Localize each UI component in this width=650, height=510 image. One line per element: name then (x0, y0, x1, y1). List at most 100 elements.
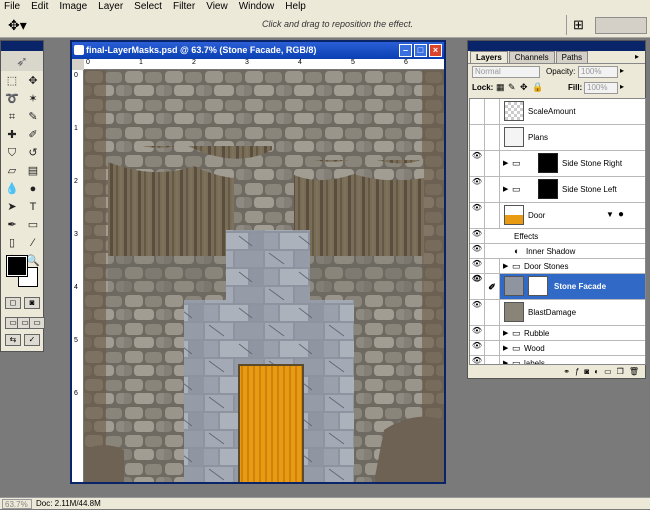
screen-mode-full-icon[interactable]: ▭ (29, 317, 45, 329)
lasso-tool-icon[interactable]: ➰ (2, 91, 22, 108)
layer-side-stone-left[interactable]: 👁 ▶ ▭ Side Stone Left (470, 177, 645, 203)
lock-all-icon[interactable]: 🔒 (532, 82, 543, 93)
crop-tool-icon[interactable]: ⌗ (2, 109, 22, 126)
standard-mode-icon[interactable]: ◻ (5, 297, 21, 309)
link-toggle[interactable] (485, 125, 500, 150)
opacity-arrow-icon[interactable]: ▸ (620, 66, 624, 75)
feather-icon[interactable]: ➶ (1, 51, 43, 71)
lock-position-icon[interactable]: ✥ (520, 82, 528, 93)
blur-tool-icon[interactable]: 💧 (2, 181, 22, 198)
layer-inner-shadow[interactable]: 👁 ◐ Inner Shadow (470, 244, 645, 259)
palette-well[interactable] (595, 17, 647, 34)
expand-arrow-icon[interactable]: ▶ (503, 329, 508, 337)
expand-arrow-icon[interactable]: ▶ (503, 159, 508, 167)
toolbox-titlebar[interactable] (1, 41, 43, 51)
path-select-icon[interactable]: ➤ (2, 199, 22, 216)
layer-door[interactable]: 👁 Door ▼ ● (470, 203, 645, 229)
eye-icon[interactable]: 👁 (470, 244, 485, 258)
link-toggle[interactable] (485, 341, 500, 355)
layer-side-stone-right[interactable]: 👁 ▶ ▭ Side Stone Right (470, 151, 645, 177)
eye-icon[interactable]: 👁 (470, 274, 485, 299)
opacity-input[interactable]: 100% (578, 66, 618, 78)
eraser-tool-icon[interactable]: ▱ (2, 163, 22, 180)
magic-wand-icon[interactable]: ✶ (23, 91, 43, 108)
shape-tool-icon[interactable]: ▭ (23, 217, 43, 234)
menu-select[interactable]: Select (134, 0, 162, 13)
notes-tool-icon[interactable]: ▯ (2, 235, 22, 252)
eye-icon[interactable]: 👁 (470, 356, 485, 364)
dodge-tool-icon[interactable]: ● (23, 181, 43, 198)
fill-arrow-icon[interactable]: ▸ (620, 82, 624, 91)
tab-layers[interactable]: Layers (470, 51, 508, 63)
eye-icon[interactable]: 👁 (470, 326, 485, 340)
menu-layer[interactable]: Layer (98, 0, 123, 13)
layer-labels[interactable]: 👁 ▶ ▭ labels (470, 356, 645, 364)
fill-input[interactable]: 100% (584, 82, 618, 94)
ruler-top[interactable]: 0 1 2 3 4 5 6 (84, 59, 444, 70)
eye-icon[interactable]: 👁 (470, 229, 485, 243)
maximize-icon[interactable]: □ (414, 44, 427, 57)
menu-file[interactable]: File (4, 0, 20, 13)
jump-icon[interactable]: ✓ (24, 334, 40, 346)
move-tool-icon[interactable]: ✥ (23, 73, 43, 90)
fx-icon[interactable]: ● (618, 209, 624, 220)
pen-tool-icon[interactable]: ✒ (2, 217, 22, 234)
mask-thumbnail[interactable] (538, 179, 558, 199)
link-toggle[interactable] (485, 177, 500, 202)
expand-arrow-icon[interactable]: ▶ (503, 344, 508, 352)
expand-arrow-icon[interactable]: ▶ (503, 185, 508, 193)
mask-thumbnail[interactable] (528, 276, 548, 296)
eye-icon[interactable]: 👁 (470, 259, 485, 273)
new-layer-icon[interactable]: ❐ (617, 367, 624, 376)
link-toggle[interactable] (485, 99, 500, 124)
link-toggle[interactable] (485, 203, 500, 228)
tab-paths[interactable]: Paths (555, 51, 589, 63)
lock-paint-icon[interactable]: ✎ (508, 82, 516, 93)
expand-arrow-icon[interactable]: ▶ (503, 262, 508, 270)
marquee-tool-icon[interactable]: ⬚ (2, 73, 22, 90)
quickmask-mode-icon[interactable]: ◙ (24, 297, 40, 309)
layer-blastdamage[interactable]: 👁 BlastDamage (470, 300, 645, 326)
menu-image[interactable]: Image (59, 0, 87, 13)
slice-tool-icon[interactable]: ✎ (23, 109, 43, 126)
history-brush-icon[interactable]: ↺ (23, 145, 43, 162)
layers-titlebar[interactable] (468, 41, 645, 51)
new-adjustment-icon[interactable]: ◐ (594, 367, 599, 376)
palette-well-icon[interactable]: ⊞ (566, 15, 590, 35)
link-layers-icon[interactable]: ⚭ (563, 367, 570, 376)
link-toggle[interactable] (485, 300, 500, 325)
gradient-tool-icon[interactable]: ▤ (23, 163, 43, 180)
layer-plans[interactable]: Plans (470, 125, 645, 151)
eye-icon[interactable]: 👁 (470, 177, 485, 202)
move-tool-preset-icon[interactable]: ✥▾ (8, 16, 44, 34)
collapse-arrow-icon[interactable]: ▼ (606, 210, 614, 219)
layer-effects[interactable]: 👁 Effects (470, 229, 645, 244)
minimize-icon[interactable]: – (399, 44, 412, 57)
tab-channels[interactable]: Channels (508, 51, 555, 63)
layer-rubble[interactable]: 👁 ▶ ▭ Rubble (470, 326, 645, 341)
zoom-field[interactable]: 63.7% (2, 499, 32, 509)
delete-layer-icon[interactable]: 🗑 (629, 367, 639, 376)
blend-mode-select[interactable]: Normal (472, 66, 540, 78)
menu-view[interactable]: View (206, 0, 228, 13)
layer-stone-facade[interactable]: 👁 ✐ Stone Facade (470, 274, 645, 300)
link-toggle[interactable] (485, 259, 500, 273)
add-style-icon[interactable]: ƒ (575, 367, 579, 376)
menu-window[interactable]: Window (239, 0, 275, 13)
ruler-left[interactable]: 0 1 2 3 4 5 6 (72, 70, 84, 482)
new-group-icon[interactable]: ▭ (604, 367, 612, 376)
layer-wood[interactable]: 👁 ▶ ▭ Wood (470, 341, 645, 356)
add-mask-icon[interactable]: ◙ (584, 367, 589, 376)
image-canvas[interactable] (84, 70, 444, 482)
healing-brush-icon[interactable]: ✚ (2, 127, 22, 144)
menu-edit[interactable]: Edit (31, 0, 48, 13)
eye-icon[interactable]: 👁 (470, 151, 485, 176)
mask-thumbnail[interactable] (538, 153, 558, 173)
eyedropper-icon[interactable]: ⁄ (23, 235, 43, 252)
link-toggle[interactable] (485, 326, 500, 340)
imageready-icon[interactable]: ⇆ (5, 334, 21, 346)
foreground-color-swatch[interactable] (6, 255, 28, 277)
menu-help[interactable]: Help (285, 0, 306, 13)
type-tool-icon[interactable]: T (23, 199, 43, 216)
lock-transparency-icon[interactable]: ▦ (496, 82, 505, 93)
